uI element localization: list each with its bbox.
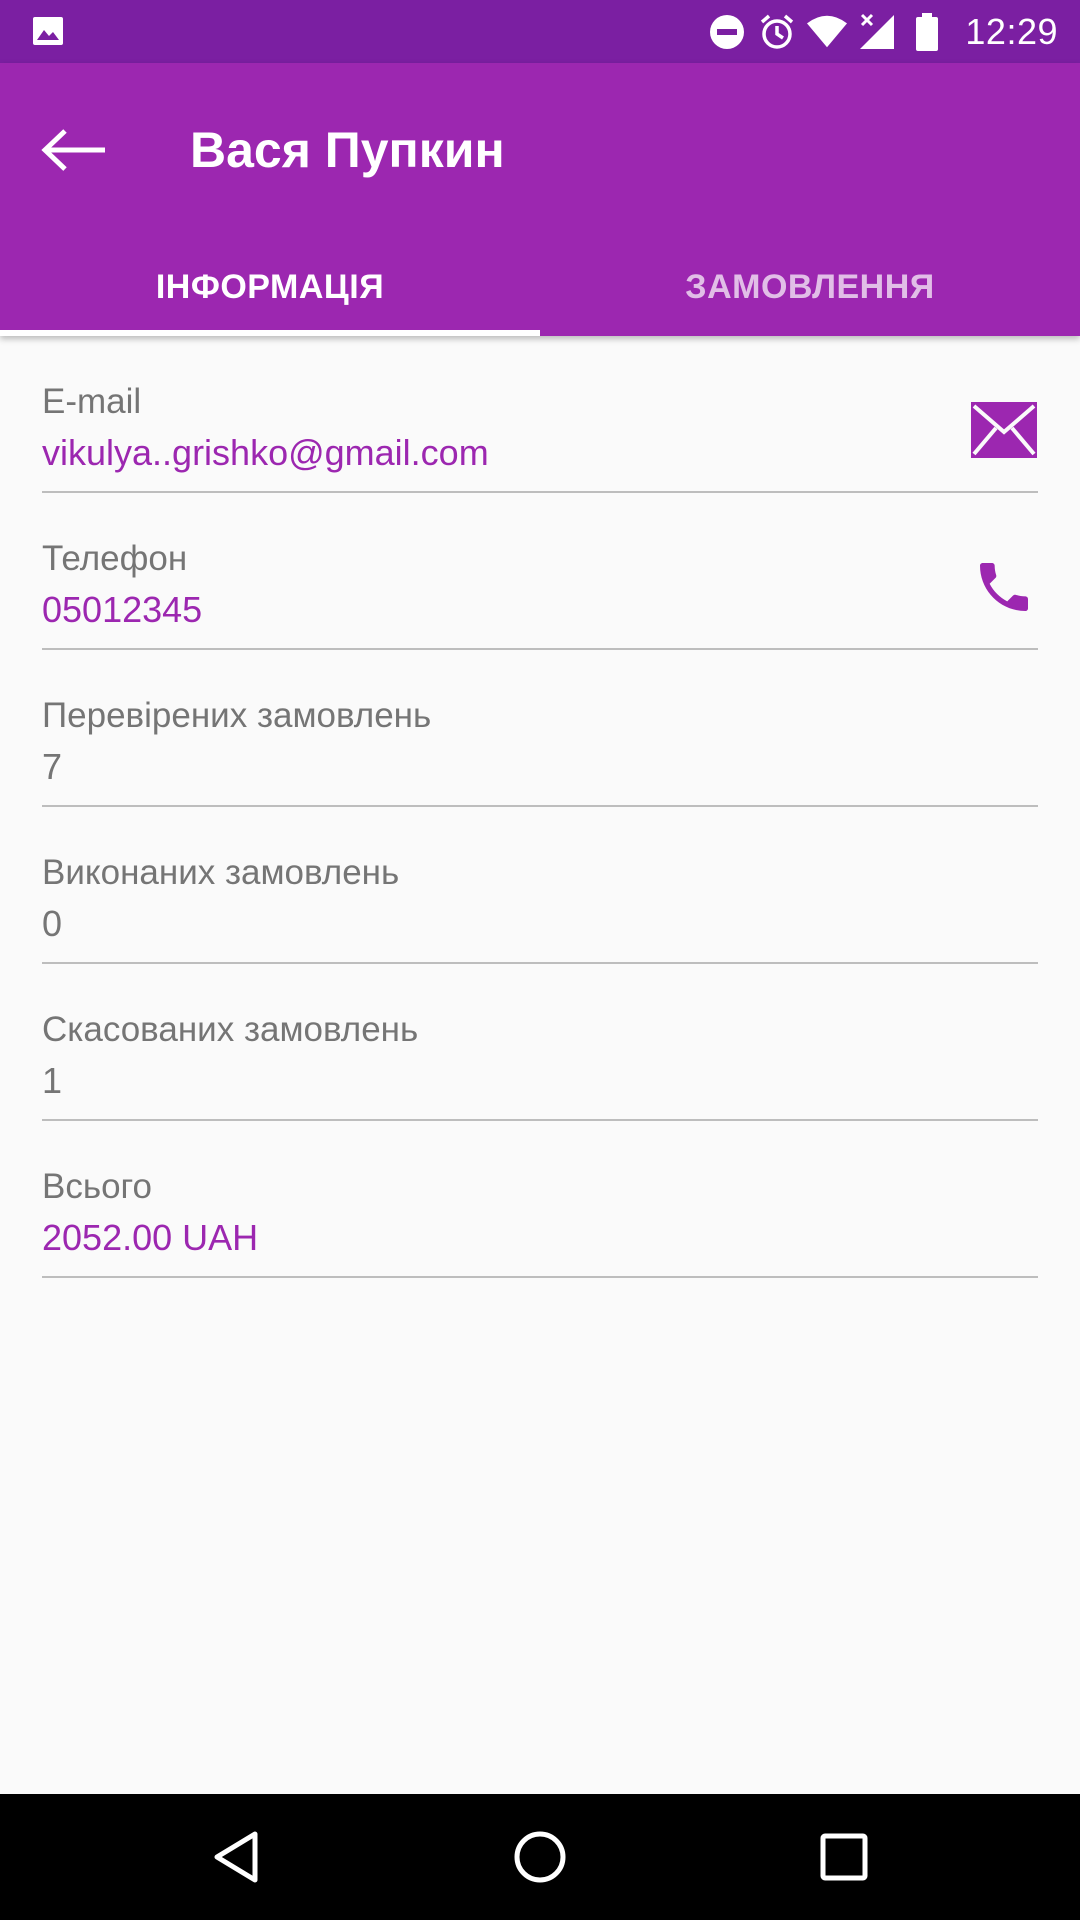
checked-orders-row: Перевірених замовлень 7	[42, 650, 1038, 807]
alarm-icon	[757, 12, 797, 52]
arrow-back-icon	[41, 129, 105, 171]
cancelled-orders-label: Скасованих замовлень	[42, 1010, 419, 1049]
nav-home-icon	[514, 1831, 566, 1883]
nav-recents-icon	[820, 1833, 868, 1881]
status-icons: 12:29	[707, 0, 1058, 63]
email-label: E-mail	[42, 382, 142, 421]
back-button[interactable]	[32, 108, 116, 192]
phone-icon	[980, 563, 1028, 611]
total-label: Всього	[42, 1167, 153, 1206]
call-button[interactable]	[970, 553, 1038, 621]
clock: 12:29	[965, 10, 1058, 52]
total-row: Всього 2052.00 UAH	[42, 1121, 1038, 1278]
cancelled-orders-value: 1	[42, 1060, 63, 1101]
navigation-bar	[0, 1794, 1080, 1920]
tab-bar: ІНФОРМАЦІЯ ЗАМОВЛЕННЯ	[0, 238, 1080, 336]
tab-information[interactable]: ІНФОРМАЦІЯ	[0, 238, 540, 336]
email-row: E-mail vikulya..grishko@gmail.com	[42, 336, 1038, 493]
nav-back-button[interactable]	[206, 1827, 266, 1887]
completed-orders-row: Виконаних замовлень 0	[42, 807, 1038, 964]
screen: 12:29 Вася Пупкин ІНФОРМАЦІЯ ЗАМОВЛЕННЯ …	[0, 0, 1080, 1920]
nav-recents-button[interactable]	[814, 1827, 874, 1887]
phone-label: Телефон	[42, 539, 188, 578]
dnd-icon	[707, 12, 747, 52]
image-icon	[32, 16, 64, 46]
app-bar: Вася Пупкин ІНФОРМАЦІЯ ЗАМОВЛЕННЯ	[0, 63, 1080, 336]
nav-home-button[interactable]	[510, 1827, 570, 1887]
phone-value[interactable]: 05012345	[42, 589, 202, 631]
completed-orders-value: 0	[42, 903, 63, 944]
phone-row: Телефон 05012345	[42, 493, 1038, 650]
send-email-button[interactable]	[970, 396, 1038, 464]
cancelled-orders-row: Скасованих замовлень 1	[42, 964, 1038, 1121]
battery-icon	[907, 12, 947, 52]
total-value: 2052.00 UAH	[42, 1217, 259, 1258]
completed-orders-label: Виконаних замовлень	[42, 853, 400, 892]
info-list: E-mail vikulya..grishko@gmail.com Телефо…	[0, 336, 1080, 1278]
wifi-icon	[807, 12, 848, 52]
page-title: Вася Пупкин	[190, 122, 505, 178]
tab-orders[interactable]: ЗАМОВЛЕННЯ	[540, 238, 1080, 336]
tab-information-label: ІНФОРМАЦІЯ	[155, 267, 385, 306]
tab-orders-label: ЗАМОВЛЕННЯ	[685, 267, 935, 306]
checked-orders-label: Перевірених замовлень	[42, 696, 432, 735]
signal-icon	[857, 12, 897, 52]
email-value[interactable]: vikulya..grishko@gmail.com	[42, 432, 489, 474]
nav-back-icon	[214, 1831, 258, 1883]
checked-orders-value: 7	[42, 746, 63, 787]
mail-icon	[971, 402, 1037, 458]
status-bar: 12:29	[0, 0, 1080, 63]
